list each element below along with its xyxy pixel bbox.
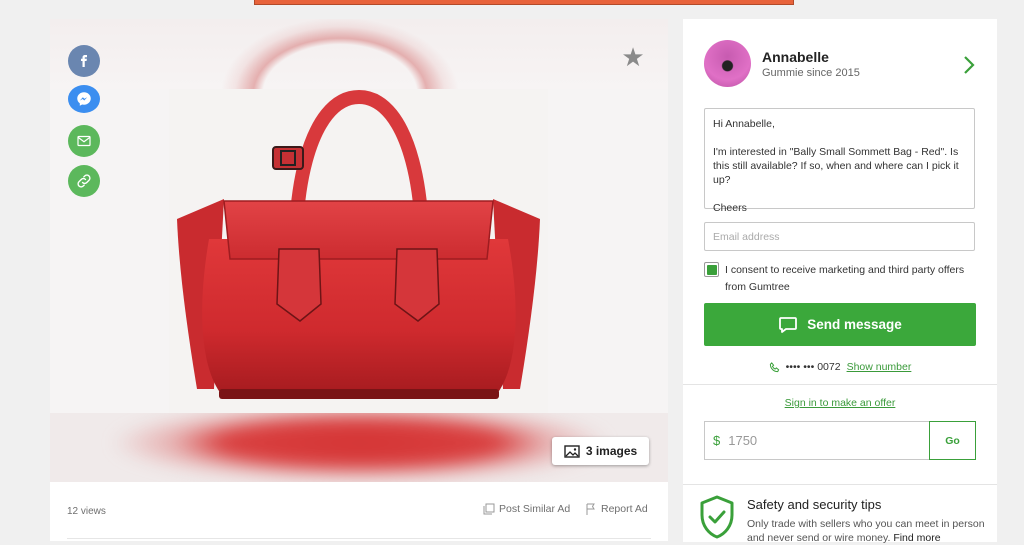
masked-phone-number: •••• ••• 0072: [785, 361, 841, 373]
send-message-label: Send message: [807, 317, 902, 332]
report-label: Report Ad: [601, 503, 648, 515]
view-images-button[interactable]: 3 images: [552, 437, 649, 465]
red-handbag-image: [177, 89, 540, 399]
footer-divider: [67, 538, 651, 539]
phone-icon: [769, 361, 779, 372]
safety-tips-card: Safety and security tips Only trade with…: [683, 484, 997, 544]
consent-label: I consent to receive marketing and third…: [725, 264, 965, 293]
sign-in-to-make-offer-link[interactable]: Sign in to make an offer: [785, 397, 896, 409]
offer-value: 1750: [728, 433, 758, 448]
post-similar-ad-link[interactable]: Post Similar Ad: [483, 503, 570, 515]
send-message-button[interactable]: Send message: [704, 303, 976, 346]
email-field[interactable]: Email address: [704, 222, 975, 251]
show-number-link[interactable]: Show number: [847, 361, 912, 373]
avatar[interactable]: [704, 40, 751, 87]
safety-body: Only trade with sellers who you can meet…: [747, 518, 985, 544]
message-body: I'm interested in "Bally Small Sommett B…: [713, 146, 959, 186]
seller-since: Gummie since 2015: [762, 67, 860, 79]
messenger-icon[interactable]: [68, 85, 100, 113]
copy-icon: [483, 503, 495, 515]
sign-in-offer-row: Sign in to make an offer: [683, 397, 997, 409]
consent-checkbox[interactable]: [704, 262, 719, 277]
ad-footer: 12 views Post Similar Ad Report Ad: [50, 482, 668, 541]
flag-icon: [586, 503, 595, 515]
phone-row: •••• ••• 0072 Show number: [683, 361, 997, 373]
image-gallery[interactable]: ★ 3 images: [50, 19, 668, 482]
views-count: 12 views: [67, 506, 106, 517]
find-more-link[interactable]: Find more: [893, 532, 940, 544]
report-ad-link[interactable]: Report Ad: [585, 503, 648, 515]
checkbox-check-mark: [706, 264, 717, 275]
header-bar: [254, 0, 794, 5]
images-count-label: 3 images: [585, 444, 638, 458]
gallery-blur-top: [50, 19, 668, 89]
chevron-right-icon[interactable]: [963, 55, 975, 75]
currency-symbol: $: [713, 433, 721, 448]
image-icon: [564, 444, 580, 458]
seller-contact-card: Annabelle Gummie since 2015 Hi Annabelle…: [683, 19, 997, 485]
offer-amount-input[interactable]: $ 1750: [704, 421, 930, 460]
shield-check-icon: [700, 495, 734, 539]
section-divider: [683, 384, 997, 385]
chat-bubble-icon: [779, 316, 798, 333]
message-greeting: Hi Annabelle,: [713, 118, 775, 130]
go-button[interactable]: Go: [929, 421, 976, 460]
mail-icon[interactable]: [68, 125, 100, 157]
message-signoff: Cheers: [713, 202, 747, 214]
email-placeholder: Email address: [713, 231, 780, 243]
favorite-star-icon[interactable]: ★: [621, 44, 645, 70]
post-similar-label: Post Similar Ad: [499, 503, 571, 515]
product-photo[interactable]: [169, 89, 548, 413]
facebook-icon[interactable]: [68, 45, 100, 77]
ad-gallery-card: ★ 3 images 12 views Post Similar Ad Repo…: [50, 19, 668, 541]
safety-title: Safety and security tips: [747, 497, 882, 512]
message-textarea[interactable]: Hi Annabelle, I'm interested in "Bally S…: [704, 108, 975, 214]
seller-name[interactable]: Annabelle: [762, 49, 829, 65]
link-icon[interactable]: [68, 165, 100, 197]
